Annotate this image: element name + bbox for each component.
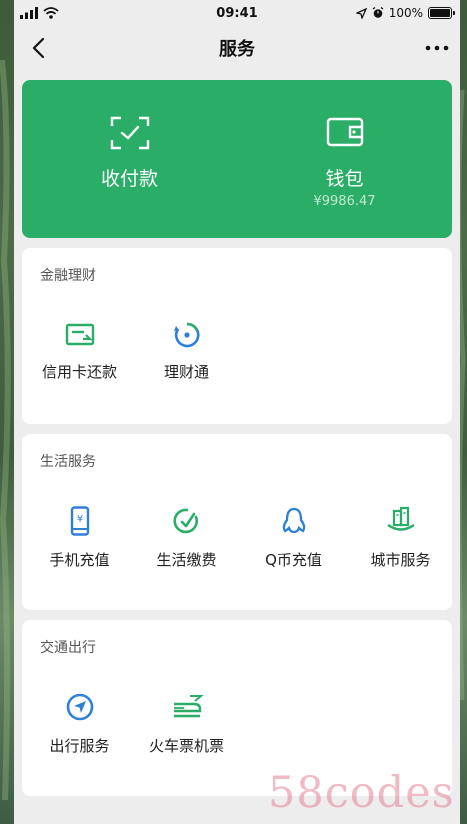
navigation-icon xyxy=(66,693,93,721)
train-plane-icon xyxy=(173,695,204,718)
wifi-icon xyxy=(43,7,59,19)
battery-percent: 100% xyxy=(388,6,423,20)
signal-icon xyxy=(20,7,38,19)
city-service-label: 城市服务 xyxy=(370,551,431,569)
nav-bar: 服务 xyxy=(14,26,460,70)
travel-title: 交通出行 xyxy=(40,640,96,656)
more-dots-icon[interactable] xyxy=(424,36,450,60)
finance-card: 金融理财 信用卡还款 理财通 xyxy=(22,248,452,424)
finance-title: 金融理财 xyxy=(40,268,96,284)
scan-check-icon xyxy=(110,116,149,150)
credit-card-repay-item[interactable]: 信用卡还款 xyxy=(26,322,133,382)
wealth-item[interactable]: 理财通 xyxy=(133,322,240,382)
qq-penguin-icon xyxy=(282,507,305,534)
life-services-card: 生活服务 ¥ 手机充值 生活缴费 Q币充值 城市服务 xyxy=(22,434,452,610)
watermark: 58codes xyxy=(268,768,455,818)
alarm-icon xyxy=(372,7,384,18)
phone-recharge-item[interactable]: ¥ 手机充值 xyxy=(26,506,133,570)
life-services-title: 生活服务 xyxy=(40,454,96,470)
page-title: 服务 xyxy=(219,39,255,60)
wealth-icon xyxy=(173,322,199,348)
wallet-label: 钱包 xyxy=(325,168,364,190)
utility-payment-item[interactable]: 生活缴费 xyxy=(133,506,240,570)
wallet-button[interactable]: 钱包 ¥9986.47 xyxy=(237,80,452,238)
location-arrow-icon xyxy=(355,7,367,19)
q-coin-recharge-label: Q币充值 xyxy=(265,551,322,569)
status-left xyxy=(20,7,59,19)
travel-service-item[interactable]: 出行服务 xyxy=(26,692,133,756)
svg-text:¥: ¥ xyxy=(76,514,82,525)
wallet-icon xyxy=(326,117,363,147)
city-service-item[interactable]: 城市服务 xyxy=(347,506,454,570)
credit-card-repay-label: 信用卡还款 xyxy=(41,363,117,381)
utility-payment-label: 生活缴费 xyxy=(156,551,217,569)
phone-recharge-label: 手机充值 xyxy=(49,551,110,569)
back-chevron-icon[interactable] xyxy=(28,36,52,60)
q-coin-recharge-item[interactable]: Q币充值 xyxy=(240,506,347,570)
pay-receive-button[interactable]: 收付款 xyxy=(22,80,237,238)
phone-recharge-icon: ¥ xyxy=(70,506,89,536)
status-bar: 09:41 100% xyxy=(14,0,460,26)
city-service-icon xyxy=(386,506,415,531)
credit-card-icon xyxy=(65,323,94,346)
train-plane-ticket-item[interactable]: 火车票机票 xyxy=(133,692,240,756)
utility-payment-icon xyxy=(172,508,198,534)
hero-panel: 收付款 钱包 ¥9986.47 xyxy=(22,80,452,238)
status-right: 100% xyxy=(355,6,455,20)
wealth-label: 理财通 xyxy=(163,363,209,381)
travel-service-label: 出行服务 xyxy=(49,737,110,755)
pay-receive-label: 收付款 xyxy=(100,168,158,190)
battery-icon xyxy=(428,7,455,19)
wallet-balance: ¥9986.47 xyxy=(313,194,376,209)
train-plane-ticket-label: 火车票机票 xyxy=(148,737,224,755)
phone-screen: 09:41 100% 服务 收付款 钱包 ¥9986.47 金融理财 信用卡还款… xyxy=(14,0,460,824)
